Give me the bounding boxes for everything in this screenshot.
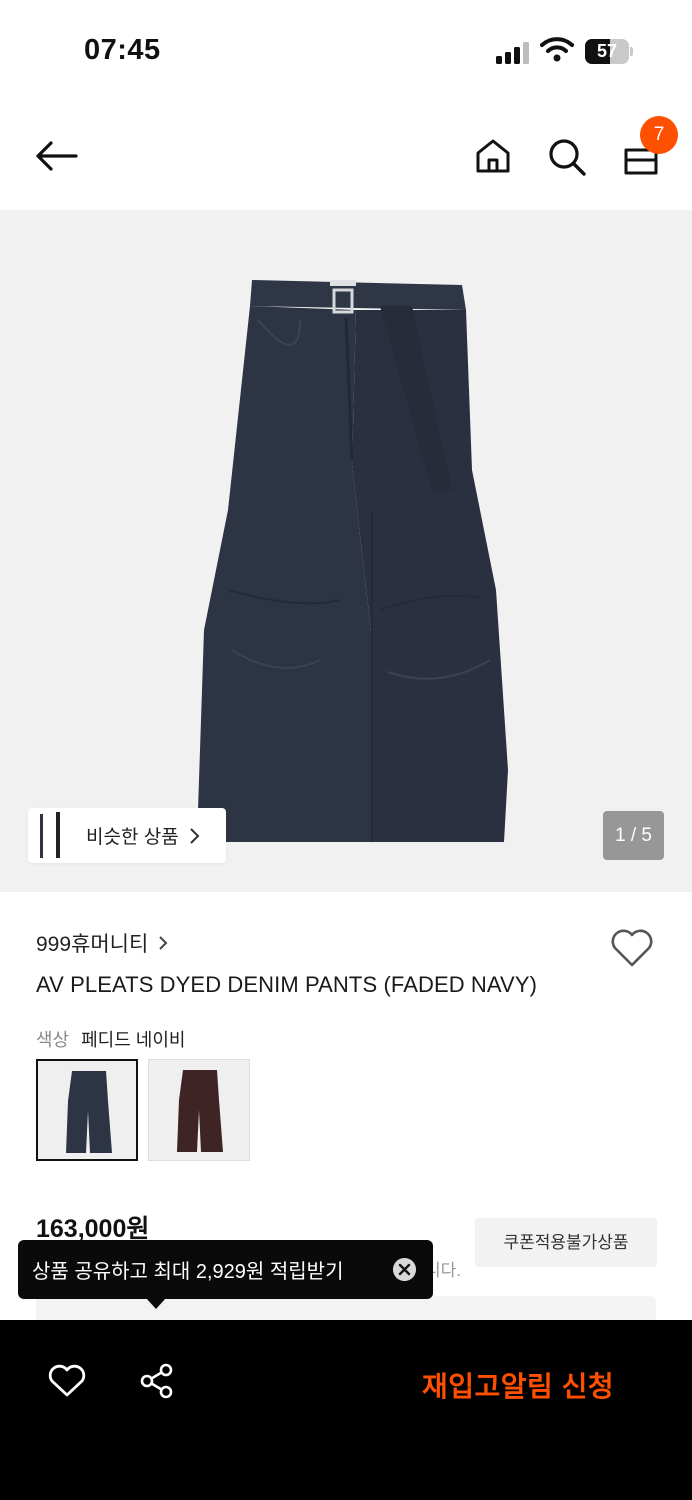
brand-name: 999휴머니티 (36, 933, 149, 956)
coupon-not-applicable-badge: 쿠폰적용불가상품 (475, 1218, 657, 1267)
chevron-right-icon (189, 827, 200, 844)
restock-alert-button[interactable]: 재입고알림 신청 (422, 1365, 614, 1405)
color-swatch-faded-navy[interactable] (36, 1059, 138, 1161)
brand-link[interactable]: 999휴머니티 (36, 928, 168, 958)
battery-icon: 57 (585, 39, 633, 64)
close-icon[interactable] (393, 1258, 416, 1281)
chevron-right-icon (159, 936, 168, 950)
bottom-action-bar: 재입고알림 신청 (0, 1320, 692, 1500)
share-icon[interactable] (138, 1362, 176, 1400)
similar-products-thumbnail (28, 808, 78, 863)
product-image-carousel[interactable]: 비슷한 상품 1 / 5 (0, 210, 692, 892)
home-icon[interactable] (474, 137, 512, 175)
product-detail-page: 07:45 57 7 비슷한 상품 1 / 5 999휴머니티 AV PLEAT… (0, 0, 692, 1500)
similar-products-label: 비슷한 상품 (86, 827, 179, 848)
wishlist-heart-icon[interactable] (610, 928, 654, 968)
share-reward-tooltip: 상품 공유하고 최대 2,929원 적립받기 (18, 1240, 433, 1299)
image-pager-indicator: 1 / 5 (603, 811, 664, 860)
top-navigation (0, 110, 692, 206)
cart-count-badge: 7 (640, 116, 678, 154)
like-heart-icon[interactable] (48, 1364, 86, 1398)
swatch-image-navy (66, 1071, 112, 1153)
share-reward-text: 상품 공유하고 최대 2,929원 적립받기 (32, 1261, 344, 1283)
tooltip-arrow (146, 1298, 166, 1309)
status-time: 07:45 (84, 34, 161, 66)
color-label: 색상 (36, 1030, 70, 1050)
battery-percent: 57 (596, 41, 618, 61)
product-title: AV PLEATS DYED DENIM PANTS (FADED NAVY) (36, 972, 538, 997)
selected-color-value: 페디드 네이비 (81, 1030, 186, 1050)
wifi-icon (540, 37, 574, 62)
color-option-row: 색상 페디드 네이비 (36, 1026, 186, 1052)
status-bar: 07:45 57 (0, 0, 692, 100)
search-icon[interactable] (547, 137, 587, 177)
back-arrow-icon[interactable] (34, 140, 78, 172)
similar-products-button[interactable]: 비슷한 상품 (28, 808, 226, 863)
swatch-image-brown (177, 1070, 223, 1152)
cellular-signal-icon (496, 40, 532, 64)
product-image (198, 280, 508, 842)
color-swatch-brown[interactable] (148, 1059, 250, 1161)
